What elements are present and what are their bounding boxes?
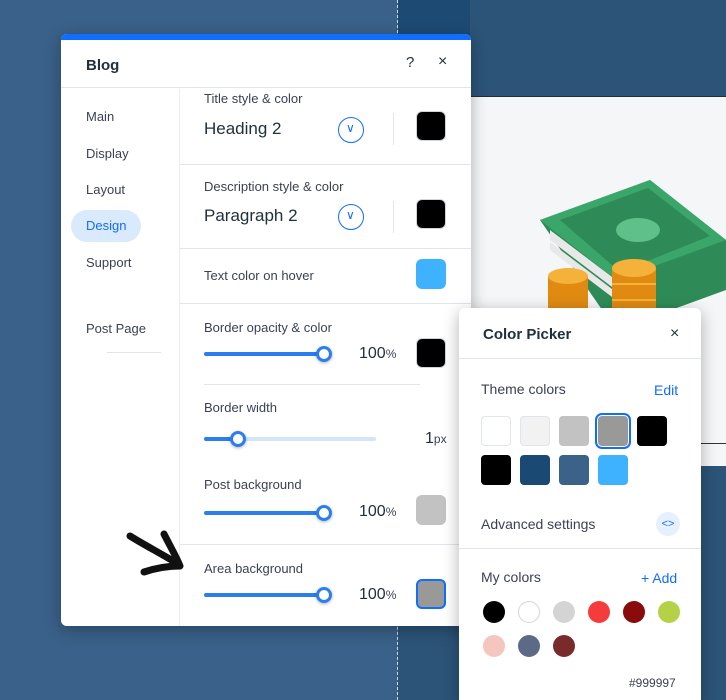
border-width-label: Border width [204, 400, 277, 415]
my-color-swatch[interactable] [658, 601, 680, 623]
title-style-dropdown[interactable]: ∨ [338, 117, 364, 143]
slider-fill [204, 511, 324, 515]
close-button[interactable]: × [438, 53, 447, 71]
my-colors-label: My colors [481, 569, 541, 585]
description-color-swatch[interactable] [416, 199, 446, 229]
nav-item-display[interactable]: Display [71, 138, 129, 170]
vertical-divider [393, 201, 394, 233]
hover-color-label: Text color on hover [204, 268, 314, 283]
section-divider [180, 248, 471, 249]
theme-color-swatch[interactable] [559, 416, 589, 446]
title-color-swatch[interactable] [416, 111, 446, 141]
post-background-value: 100% [359, 503, 397, 520]
nav-item-layout[interactable]: Layout [71, 174, 125, 206]
chevron-down-icon: ∨ [346, 208, 355, 222]
theme-color-swatch[interactable] [520, 416, 550, 446]
nav-item-main[interactable]: Main [71, 101, 114, 133]
panel-header: Blog ? × [61, 40, 471, 88]
my-color-swatch[interactable] [588, 601, 610, 623]
border-opacity-label: Border opacity & color [204, 320, 332, 335]
theme-color-swatch[interactable] [595, 413, 631, 449]
my-color-swatch[interactable] [518, 635, 540, 657]
area-background-slider[interactable] [204, 587, 332, 603]
border-width-slider[interactable] [204, 431, 376, 447]
color-picker-close-button[interactable]: × [670, 325, 679, 343]
section-divider [180, 544, 471, 545]
picker-divider [459, 358, 701, 359]
title-style-value: Heading 2 [204, 119, 282, 138]
advanced-settings-label[interactable]: Advanced settings [481, 516, 595, 532]
theme-color-swatch[interactable] [559, 455, 589, 485]
my-color-swatch[interactable] [553, 635, 575, 657]
border-width-value: 1px [425, 430, 447, 447]
theme-color-swatch[interactable] [598, 455, 628, 485]
border-color-swatch[interactable] [416, 338, 446, 368]
add-color-link[interactable]: + Add [641, 570, 677, 586]
section-divider [180, 303, 471, 304]
theme-color-swatch[interactable] [481, 416, 511, 446]
hover-color-swatch[interactable] [416, 259, 446, 289]
post-background-slider[interactable] [204, 505, 332, 521]
vertical-divider [393, 113, 394, 145]
edit-theme-link[interactable]: Edit [654, 382, 678, 398]
picker-divider [459, 548, 701, 549]
hex-value: #999997 [629, 676, 676, 690]
blog-settings-panel: Blog ? × Main Display Layout Design Supp… [61, 34, 471, 626]
area-background-value: 100% [359, 586, 397, 603]
description-style-value: Paragraph 2 [204, 206, 298, 225]
advanced-settings-icon[interactable]: <> [656, 512, 680, 536]
area-background-label: Area background [204, 561, 304, 576]
area-background-swatch[interactable] [416, 579, 446, 609]
color-picker-panel: Color Picker × Theme colors Edit Advance… [459, 308, 701, 700]
my-color-swatch[interactable] [553, 601, 575, 623]
slider-handle[interactable] [230, 431, 246, 447]
chevron-down-icon: ∨ [346, 121, 355, 135]
nav-item-post-page[interactable]: Post Page [71, 313, 146, 345]
my-color-swatch[interactable] [483, 635, 505, 657]
my-color-swatch[interactable] [483, 601, 505, 623]
title-style-label: Title style & color [204, 91, 303, 106]
theme-color-swatch[interactable] [520, 455, 550, 485]
description-style-dropdown[interactable]: ∨ [338, 204, 364, 230]
slider-fill [204, 593, 324, 597]
slider-fill [204, 352, 324, 356]
theme-colors-label: Theme colors [481, 381, 566, 397]
my-color-swatch[interactable] [518, 601, 540, 623]
design-settings-content: Title style & color Heading 2 ∨ Descript… [179, 89, 471, 626]
section-divider [180, 164, 471, 165]
color-picker-title: Color Picker [483, 326, 572, 343]
section-divider [204, 384, 420, 385]
theme-color-swatch[interactable] [637, 416, 667, 446]
border-opacity-value: 100% [359, 345, 397, 362]
theme-color-swatch[interactable] [481, 455, 511, 485]
nav-item-design[interactable]: Design [71, 210, 141, 242]
annotation-arrow-icon [126, 530, 184, 576]
post-background-swatch[interactable] [416, 495, 446, 525]
my-color-swatch[interactable] [623, 601, 645, 623]
nav-item-support[interactable]: Support [71, 247, 132, 279]
nav-divider [107, 352, 161, 353]
slider-handle[interactable] [316, 346, 332, 362]
post-background-label: Post background [204, 477, 302, 492]
panel-title: Blog [86, 57, 120, 74]
slider-handle[interactable] [316, 505, 332, 521]
help-button[interactable]: ? [406, 54, 414, 71]
border-opacity-slider[interactable] [204, 346, 332, 362]
description-style-label: Description style & color [204, 179, 344, 194]
slider-handle[interactable] [316, 587, 332, 603]
